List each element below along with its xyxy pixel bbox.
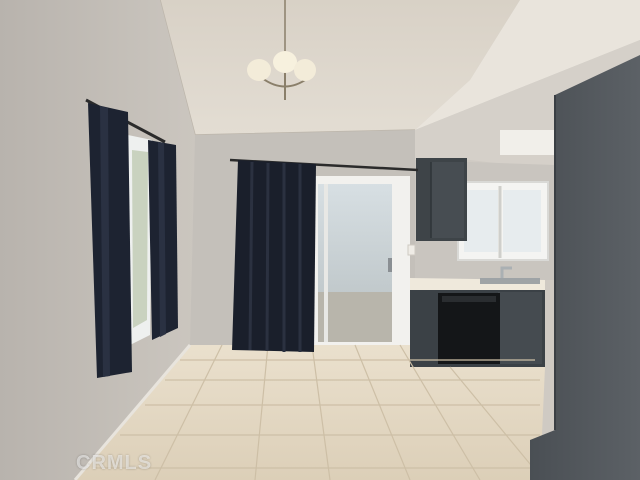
watermark-logo: CRMLS — [76, 452, 153, 474]
side-window — [128, 135, 152, 345]
upper-cabinet — [416, 158, 467, 241]
light-switch — [407, 244, 416, 256]
dishwasher — [438, 293, 500, 364]
kitchen-window — [457, 181, 549, 261]
room-photo — [0, 0, 640, 480]
sliding-door — [312, 176, 410, 346]
back-curtain — [232, 160, 316, 352]
